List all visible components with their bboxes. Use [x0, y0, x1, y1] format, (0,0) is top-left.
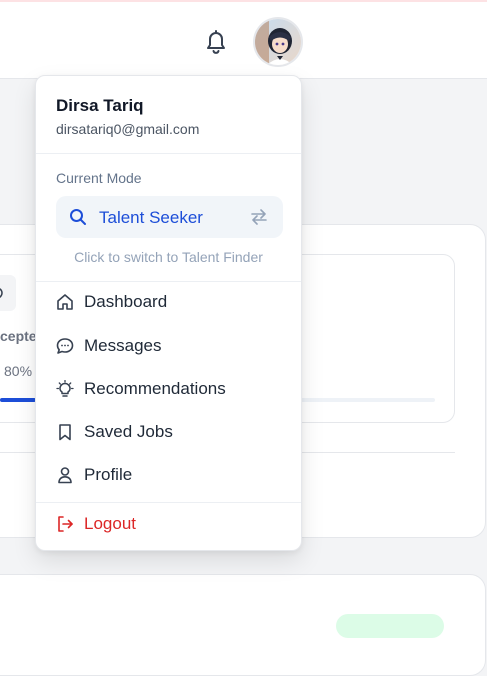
search-icon	[69, 208, 87, 231]
menu-item-label: Recommendations	[84, 379, 226, 398]
menu-item-recommendations[interactable]: Recommendations	[36, 369, 301, 409]
menu-item-label: Profile	[84, 465, 133, 484]
menu-item-label: Saved Jobs	[84, 422, 173, 441]
home-icon	[56, 293, 74, 311]
logout-button[interactable]: Logout	[36, 504, 301, 544]
background-progress-track	[300, 398, 435, 402]
menu-item-messages[interactable]: Messages	[36, 326, 301, 366]
background-progress-fill	[0, 398, 36, 402]
lightbulb-icon	[56, 379, 74, 398]
bell-icon[interactable]	[203, 28, 229, 56]
bookmark-icon	[56, 423, 74, 441]
menu-item-dashboard[interactable]: Dashboard	[36, 282, 301, 322]
background-status-pill	[336, 614, 444, 638]
top-navbar	[0, 0, 487, 79]
mode-switch-button[interactable]: Talent Seeker	[56, 196, 283, 238]
menu-item-label: Dashboard	[84, 292, 168, 311]
logout-icon	[56, 515, 74, 533]
divider	[36, 502, 301, 503]
menu-item-label: Messages	[84, 336, 162, 355]
menu-item-profile[interactable]: Profile	[36, 455, 301, 495]
user-icon	[56, 466, 74, 484]
current-mode-label: Current Mode	[56, 170, 142, 186]
swap-arrows-icon	[250, 208, 268, 231]
chat-icon	[56, 337, 74, 355]
divider	[36, 153, 301, 154]
user-avatar[interactable]	[255, 19, 301, 65]
background-stat-percent: 80%	[4, 363, 33, 379]
menu-item-saved-jobs[interactable]: Saved Jobs	[36, 412, 301, 452]
current-mode-value: Talent Seeker	[99, 208, 203, 227]
logout-label: Logout	[84, 514, 136, 533]
user-dropdown-menu: Dirsa Tariq dirsatariq0@gmail.com Curren…	[35, 75, 302, 551]
clock-icon	[0, 286, 5, 305]
user-email: dirsatariq0@gmail.com	[56, 121, 200, 137]
user-name: Dirsa Tariq	[56, 96, 144, 115]
mode-switch-hint: Click to switch to Talent Finder	[74, 249, 263, 265]
background-stat-label: cepte	[0, 328, 37, 344]
